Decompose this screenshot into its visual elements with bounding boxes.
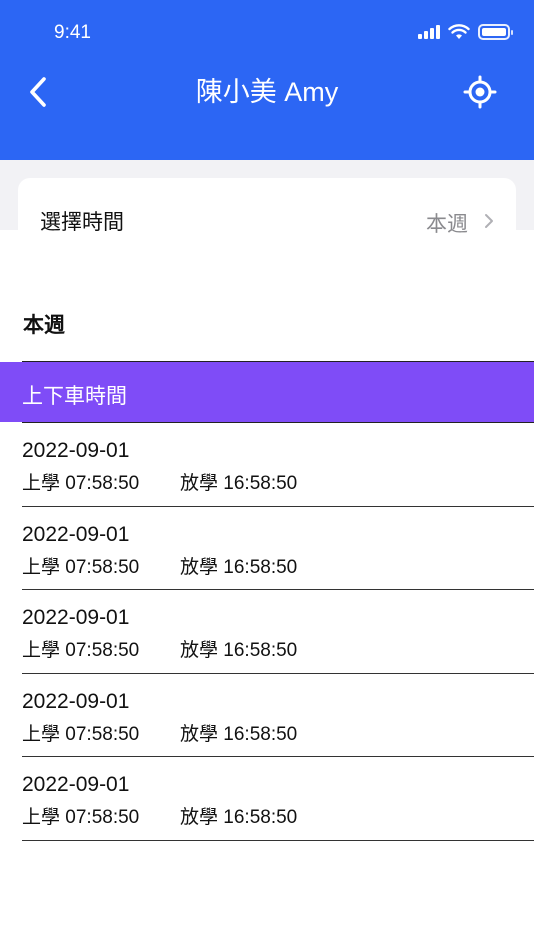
locate-button[interactable] — [462, 74, 498, 110]
board-time: 上學 07:58:50 — [22, 473, 140, 494]
time-selector-value: 本週 — [426, 213, 468, 236]
board-time: 上學 07:58:50 — [22, 807, 140, 828]
list-item[interactable]: 2022-09-01 上學 07:58:50 放學 16:58:50 — [22, 423, 534, 507]
time-selector[interactable]: 選擇時間 本週 — [18, 178, 516, 236]
record-list: 2022-09-01 上學 07:58:50 放學 16:58:50 2022-0… — [22, 423, 534, 841]
alight-time: 放學 16:58:50 — [180, 807, 298, 828]
status-icons — [418, 24, 513, 40]
section-title: 本週 — [23, 314, 65, 337]
alight-time: 放學 16:58:50 — [180, 723, 298, 745]
record-date: 2022-09-01 — [22, 689, 130, 713]
table-header: 上下車時間 — [0, 362, 534, 422]
list-item[interactable]: 2022-09-01 上學 07:58:50 放學 16:58:50 — [22, 674, 534, 757]
record-date: 2022-09-01 — [22, 522, 130, 546]
cellular-signal-icon — [418, 25, 440, 39]
chevron-left-icon — [30, 77, 46, 107]
table-header-label: 上下車時間 — [22, 385, 127, 408]
wifi-icon — [448, 24, 470, 39]
list-item[interactable]: 2022-09-01 上學 07:58:50 放學 16:58:50 — [22, 507, 534, 590]
record-date: 2022-09-01 — [22, 439, 130, 462]
time-selector-label: 選擇時間 — [40, 211, 124, 234]
battery-icon — [478, 24, 513, 40]
record-date: 2022-09-01 — [22, 606, 130, 629]
board-time: 上學 07:58:50 — [22, 723, 140, 745]
board-time: 上學 07:58:50 — [22, 556, 140, 578]
status-time: 9:41 — [54, 22, 91, 43]
page-title: 陳小美 Amy — [195, 77, 339, 107]
alight-time: 放學 16:58:50 — [180, 556, 298, 578]
chevron-right-icon — [485, 214, 493, 228]
back-button[interactable] — [22, 74, 54, 110]
list-item[interactable]: 2022-09-01 上學 07:58:50 放學 16:58:50 — [22, 757, 534, 841]
alight-time: 放學 16:58:50 — [180, 473, 298, 494]
board-time: 上學 07:58:50 — [22, 640, 140, 661]
record-date: 2022-09-01 — [22, 773, 130, 796]
list-item[interactable]: 2022-09-01 上學 07:58:50 放學 16:58:50 — [22, 590, 534, 674]
crosshair-icon — [463, 75, 497, 109]
app-header: 9:41 陳小美 Amy — [0, 0, 534, 160]
alight-time: 放學 16:58:50 — [180, 640, 298, 661]
